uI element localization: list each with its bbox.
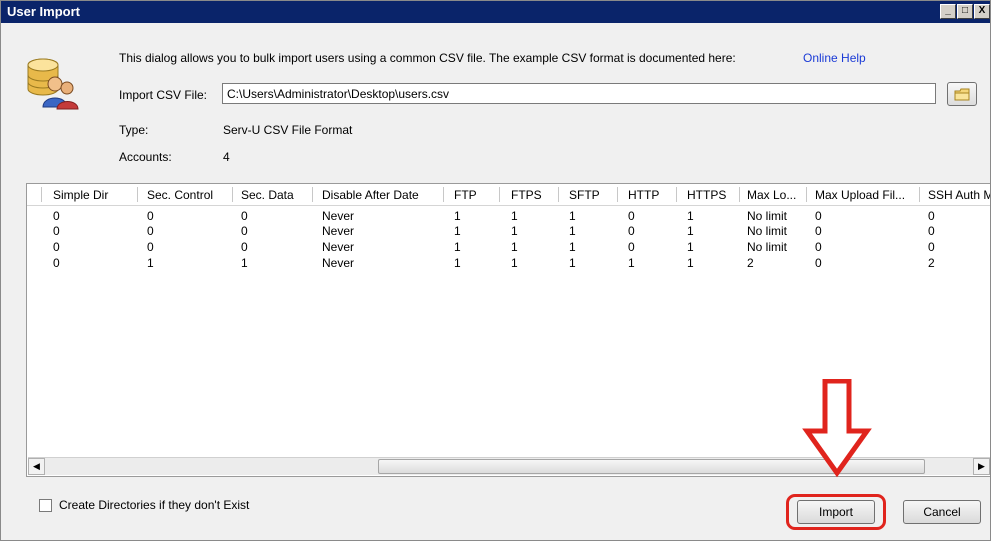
cell-sftp: 1 bbox=[569, 256, 576, 270]
scroll-left-arrow-icon[interactable]: ◀ bbox=[28, 458, 45, 475]
column-separator[interactable] bbox=[617, 187, 618, 202]
column-header-max-logins[interactable]: Max Lo... bbox=[747, 188, 796, 202]
accounts-count: 4 bbox=[223, 150, 230, 164]
cell-sftp: 1 bbox=[569, 240, 576, 254]
scrollbar-thumb[interactable] bbox=[378, 459, 925, 474]
folder-icon bbox=[954, 88, 970, 100]
cell-disable-after-date: Never bbox=[322, 224, 355, 238]
column-header-disable-after-date[interactable]: Disable After Date bbox=[322, 188, 419, 202]
cell-disable-after-date: Never bbox=[322, 240, 355, 254]
cell-max-upload: 0 bbox=[815, 240, 822, 254]
column-header-ftps[interactable]: FTPS bbox=[511, 188, 542, 202]
minimize-button[interactable]: _ bbox=[940, 4, 956, 19]
column-header-https[interactable]: HTTPS bbox=[687, 188, 726, 202]
column-separator[interactable] bbox=[41, 187, 42, 202]
column-separator[interactable] bbox=[232, 187, 233, 202]
cell-max-logins: No limit bbox=[747, 224, 788, 238]
column-separator[interactable] bbox=[739, 187, 740, 202]
import-button[interactable]: Import bbox=[797, 500, 875, 524]
cell-sec-control: 1 bbox=[147, 256, 154, 270]
create-directories-label: Create Directories if they don't Exist bbox=[59, 498, 250, 512]
column-header-ftp[interactable]: FTP bbox=[454, 188, 477, 202]
cell-ftp: 1 bbox=[454, 256, 461, 270]
column-separator[interactable] bbox=[919, 187, 920, 202]
create-directories-checkbox[interactable] bbox=[39, 499, 52, 512]
cell-https: 1 bbox=[687, 240, 694, 254]
cell-ftp: 1 bbox=[454, 240, 461, 254]
cell-http: 0 bbox=[628, 209, 635, 223]
cell-http: 0 bbox=[628, 240, 635, 254]
cell-simple-dir: 0 bbox=[53, 240, 60, 254]
scroll-right-arrow-icon[interactable]: ▶ bbox=[973, 458, 990, 475]
column-separator[interactable] bbox=[499, 187, 500, 202]
cell-max-upload: 0 bbox=[815, 256, 822, 270]
cell-ssh-auth: 0 bbox=[928, 209, 935, 223]
maximize-button[interactable]: □ bbox=[957, 4, 973, 19]
cell-sec-data: 0 bbox=[241, 240, 248, 254]
horizontal-scrollbar[interactable]: ◀ ▶ bbox=[28, 457, 990, 475]
type-value: Serv-U CSV File Format bbox=[223, 123, 353, 137]
users-database-icon bbox=[27, 58, 79, 110]
cell-max-upload: 0 bbox=[815, 209, 822, 223]
cell-ftps: 1 bbox=[511, 224, 518, 238]
cell-https: 1 bbox=[687, 224, 694, 238]
cell-ssh-auth: 0 bbox=[928, 240, 935, 254]
column-header-sftp[interactable]: SFTP bbox=[569, 188, 600, 202]
user-import-dialog: User Import _ □ X This dialog allows you… bbox=[0, 0, 991, 541]
intro-text: This dialog allows you to bulk import us… bbox=[119, 51, 736, 65]
cell-sec-data: 1 bbox=[241, 256, 248, 270]
cell-ftps: 1 bbox=[511, 240, 518, 254]
column-separator[interactable] bbox=[443, 187, 444, 202]
cell-disable-after-date: Never bbox=[322, 256, 355, 270]
users-table[interactable]: Simple Dir Sec. Control Sec. Data Disabl… bbox=[26, 183, 990, 477]
cell-simple-dir: 0 bbox=[53, 209, 60, 223]
cell-ftps: 1 bbox=[511, 209, 518, 223]
import-csv-label: Import CSV File: bbox=[119, 88, 208, 102]
cell-https: 1 bbox=[687, 209, 694, 223]
column-header-max-upload[interactable]: Max Upload Fil... bbox=[815, 188, 905, 202]
cell-simple-dir: 0 bbox=[53, 256, 60, 270]
cell-max-upload: 0 bbox=[815, 224, 822, 238]
cell-sec-data: 0 bbox=[241, 209, 248, 223]
column-header-simple-dir[interactable]: Simple Dir bbox=[53, 188, 108, 202]
cell-https: 1 bbox=[687, 256, 694, 270]
cell-sec-control: 0 bbox=[147, 209, 154, 223]
close-button[interactable]: X bbox=[974, 4, 990, 19]
cell-max-logins: No limit bbox=[747, 209, 788, 223]
column-header-http[interactable]: HTTP bbox=[628, 188, 659, 202]
column-separator[interactable] bbox=[137, 187, 138, 202]
cell-ssh-auth: 2 bbox=[928, 256, 935, 270]
column-separator[interactable] bbox=[676, 187, 677, 202]
cell-http: 1 bbox=[628, 256, 635, 270]
cell-ftp: 1 bbox=[454, 209, 461, 223]
window-title: User Import bbox=[7, 4, 80, 19]
cancel-button[interactable]: Cancel bbox=[903, 500, 981, 524]
cell-sftp: 1 bbox=[569, 209, 576, 223]
column-separator[interactable] bbox=[806, 187, 807, 202]
column-header-sec-data[interactable]: Sec. Data bbox=[241, 188, 294, 202]
cell-simple-dir: 0 bbox=[53, 224, 60, 238]
online-help-link[interactable]: Online Help bbox=[803, 51, 866, 65]
column-header-ssh-auth[interactable]: SSH Auth M bbox=[928, 188, 990, 202]
cell-max-logins: 2 bbox=[747, 256, 754, 270]
cell-sec-data: 0 bbox=[241, 224, 248, 238]
cell-ftps: 1 bbox=[511, 256, 518, 270]
cell-sftp: 1 bbox=[569, 224, 576, 238]
import-csv-path-input[interactable] bbox=[222, 83, 936, 104]
table-header: Simple Dir Sec. Control Sec. Data Disabl… bbox=[27, 184, 990, 206]
browse-button[interactable] bbox=[947, 82, 977, 106]
cell-ftp: 1 bbox=[454, 224, 461, 238]
cell-http: 0 bbox=[628, 224, 635, 238]
cell-ssh-auth: 0 bbox=[928, 224, 935, 238]
column-header-sec-control[interactable]: Sec. Control bbox=[147, 188, 213, 202]
column-separator[interactable] bbox=[312, 187, 313, 202]
accounts-label: Accounts: bbox=[119, 150, 172, 164]
column-separator[interactable] bbox=[558, 187, 559, 202]
title-bar: User Import _ □ X bbox=[1, 1, 990, 23]
cell-sec-control: 0 bbox=[147, 240, 154, 254]
cell-max-logins: No limit bbox=[747, 240, 788, 254]
type-label: Type: bbox=[119, 123, 149, 137]
cell-disable-after-date: Never bbox=[322, 209, 355, 223]
cell-sec-control: 0 bbox=[147, 224, 154, 238]
